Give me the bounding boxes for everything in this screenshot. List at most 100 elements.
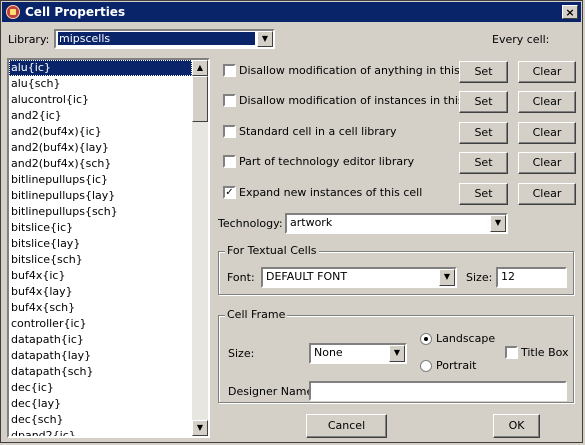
title-box-checkbox[interactable]	[505, 346, 518, 359]
clear-label: Clear	[532, 65, 562, 78]
cell-list-item[interactable]: bitslice{ic}	[9, 220, 192, 236]
set-button[interactable]: Set	[459, 152, 508, 174]
textual-cells-group: For Textual Cells Font: DEFAULT FONT ▼ S…	[218, 244, 574, 295]
cell-list-item[interactable]: alucontrol{ic}	[9, 92, 192, 108]
option-checkbox[interactable]	[223, 155, 236, 168]
size-label: Size:	[466, 271, 493, 284]
library-label: Library:	[8, 33, 50, 46]
cell-list-item[interactable]: bitslice{lay}	[9, 236, 192, 252]
chevron-down-icon[interactable]: ▼	[389, 345, 405, 362]
cell-list-item[interactable]: datapath{sch}	[9, 364, 192, 380]
technology-label: Technology:	[218, 217, 283, 230]
set-button[interactable]: Set	[459, 122, 508, 144]
option-label: Part of technology editor library	[239, 155, 415, 168]
chevron-down-icon[interactable]: ▼	[439, 269, 455, 286]
option-checkbox[interactable]	[223, 125, 236, 138]
portrait-radio[interactable]	[420, 360, 432, 372]
clear-button[interactable]: Clear	[518, 61, 576, 83]
cell-list-item[interactable]: buf4x{sch}	[9, 300, 192, 316]
ok-label: OK	[508, 419, 525, 432]
cell-list-item[interactable]: dec{lay}	[9, 396, 192, 412]
every-cell-label: Every cell:	[492, 33, 550, 46]
cell-list-item[interactable]: bitslice{sch}	[9, 252, 192, 268]
cell-list-item[interactable]: dec{ic}	[9, 380, 192, 396]
cell-list-item[interactable]: and2(buf4x){sch}	[9, 156, 192, 172]
cell-list-item[interactable]: bitlinepullups{lay}	[9, 188, 192, 204]
option-checkbox[interactable]: ✓	[223, 186, 236, 199]
clear-button[interactable]: Clear	[518, 152, 576, 174]
cancel-button[interactable]: Cancel	[306, 414, 387, 438]
set-button[interactable]: Set	[459, 183, 508, 205]
close-icon[interactable]: ×	[562, 5, 578, 19]
cell-list-item[interactable]: and2{ic}	[9, 108, 192, 124]
library-value: mipscells	[58, 32, 255, 45]
cell-list[interactable]: alu{ic} alu{sch} alucontrol{ic} and2{ic} and…	[7, 58, 210, 438]
cell-list-item[interactable]: controller{ic}	[9, 316, 192, 332]
set-button[interactable]: Set	[459, 61, 508, 83]
set-button[interactable]: Set	[459, 91, 508, 113]
set-label: Set	[474, 65, 493, 78]
scroll-thumb[interactable]	[192, 76, 208, 122]
designer-name-input[interactable]	[309, 381, 567, 401]
cell-list-item[interactable]: buf4x{lay}	[9, 284, 192, 300]
ok-button[interactable]: OK	[493, 414, 540, 438]
library-select[interactable]: mipscells ▼	[54, 29, 275, 49]
clear-button[interactable]: Clear	[518, 122, 576, 144]
cell-list-item[interactable]: buf4x{ic}	[9, 268, 192, 284]
set-label: Set	[474, 126, 493, 139]
arrow-down-icon[interactable]: ▼	[192, 420, 208, 436]
landscape-radio[interactable]	[420, 333, 432, 345]
clear-label: Clear	[532, 95, 562, 108]
technology-value: artwork	[290, 216, 333, 229]
cell-list-item[interactable]: alu{sch}	[9, 76, 192, 92]
option-checkbox[interactable]	[223, 64, 236, 77]
frame-size-value: None	[314, 346, 343, 359]
arrow-up-icon[interactable]: ▲	[192, 60, 208, 76]
textual-group-title: For Textual Cells	[225, 244, 319, 257]
cell-list-item[interactable]: dec{sch}	[9, 412, 192, 428]
cell-list-item[interactable]: bitlinepullups{sch}	[9, 204, 192, 220]
font-label: Font:	[227, 271, 255, 284]
portrait-label: Portrait	[436, 359, 477, 372]
option-checkbox[interactable]	[223, 94, 236, 107]
set-label: Set	[474, 156, 493, 169]
title-box-label: Title Box	[521, 346, 569, 359]
clear-label: Clear	[532, 156, 562, 169]
cell-list-item[interactable]: and2(buf4x){ic}	[9, 124, 192, 140]
cell-list-item[interactable]: datapath{ic}	[9, 332, 192, 348]
window-title: Cell Properties	[25, 5, 126, 19]
cell-list-item[interactable]: bitlinepullups{ic}	[9, 172, 192, 188]
chevron-down-icon[interactable]: ▼	[257, 31, 273, 47]
cell-list-item[interactable]: dpand2{ic}	[9, 428, 192, 436]
technology-select[interactable]: artwork ▼	[285, 213, 508, 234]
designer-name-label: Designer Name:	[228, 385, 317, 398]
font-select[interactable]: DEFAULT FONT ▼	[261, 267, 457, 288]
frame-size-select[interactable]: None ▼	[309, 343, 407, 364]
option-label: Disallow modification of anything in thi…	[239, 64, 483, 77]
app-icon	[6, 5, 20, 19]
cancel-label: Cancel	[327, 419, 366, 432]
cell-properties-dialog: Cell Properties × Library: mipscells ▼ E…	[0, 0, 583, 443]
clear-button[interactable]: Clear	[518, 91, 576, 113]
cell-list-item[interactable]: datapath{lay}	[9, 348, 192, 364]
font-size-input[interactable]: 12	[496, 267, 567, 288]
set-label: Set	[474, 187, 493, 200]
chevron-down-icon[interactable]: ▼	[490, 215, 506, 232]
clear-label: Clear	[532, 126, 562, 139]
option-label: Disallow modification of instances in th…	[239, 94, 487, 107]
clear-label: Clear	[532, 187, 562, 200]
option-label: Expand new instances of this cell	[239, 186, 423, 199]
cell-frame-group: Cell Frame Size: None ▼ Landscape Portra…	[218, 308, 574, 403]
font-size-value: 12	[501, 270, 515, 283]
cell-list-item[interactable]: and2(buf4x){lay}	[9, 140, 192, 156]
frame-size-label: Size:	[228, 347, 255, 360]
font-value: DEFAULT FONT	[266, 270, 348, 283]
frame-group-title: Cell Frame	[225, 308, 288, 321]
cell-list-item[interactable]: alu{ic}	[9, 60, 192, 76]
cell-list-items: alu{ic} alu{sch} alucontrol{ic} and2{ic} and…	[9, 60, 192, 436]
clear-button[interactable]: Clear	[518, 183, 576, 205]
cell-list-scrollbar[interactable]: ▲ ▼	[192, 60, 208, 436]
title-bar[interactable]: Cell Properties ×	[2, 2, 581, 22]
set-label: Set	[474, 95, 493, 108]
landscape-label: Landscape	[436, 332, 496, 345]
